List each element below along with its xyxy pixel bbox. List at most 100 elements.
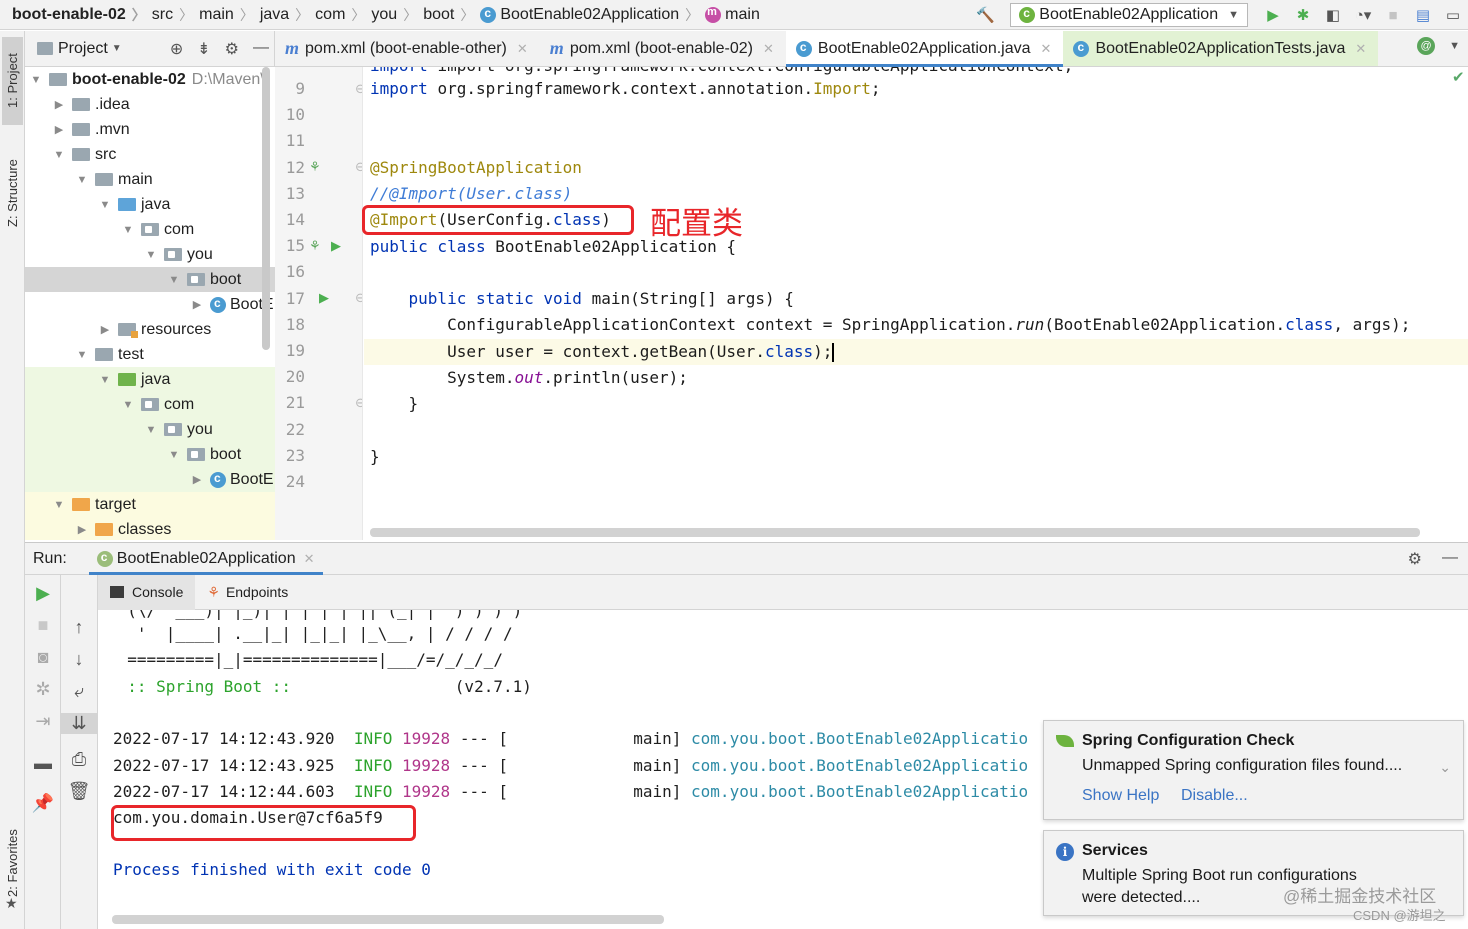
tree-node[interactable]: ▼ test xyxy=(25,342,275,367)
scroll-to-end-icon[interactable]: ⇊ xyxy=(61,713,97,734)
editor-tab[interactable]: m pom.xml (boot-enable-02) ✕ xyxy=(540,31,786,66)
stop-icon[interactable]: ■ xyxy=(25,615,61,636)
collapsed-arrow-icon[interactable]: ▶ xyxy=(52,123,66,136)
expanded-arrow-icon[interactable]: ▼ xyxy=(52,499,66,511)
tree-node[interactable]: ▼ you xyxy=(25,242,275,267)
run-with-coverage-icon[interactable]: ◧ xyxy=(1321,3,1345,27)
breadcrumb-item[interactable]: main xyxy=(699,0,760,30)
chevron-down-icon[interactable]: ⌄ xyxy=(1439,759,1451,776)
spring-bean-icon[interactable]: ⚘ xyxy=(309,159,321,175)
collapsed-arrow-icon[interactable]: ▶ xyxy=(75,523,89,536)
expanded-arrow-icon[interactable]: ▼ xyxy=(29,74,43,86)
tree-node[interactable]: ▶ resources xyxy=(25,317,275,342)
tree-node[interactable]: ▼ src xyxy=(25,142,275,167)
trash-icon[interactable]: 🗑 xyxy=(61,781,97,802)
fold-icon[interactable]: ⊖ xyxy=(355,290,362,306)
tree-node[interactable]: ▶BootE xyxy=(25,292,275,317)
print-icon[interactable]: ⎙ xyxy=(61,749,97,770)
close-icon[interactable]: ✕ xyxy=(517,41,528,57)
close-icon[interactable]: ✕ xyxy=(1041,41,1052,57)
spring-icon[interactable]: @ xyxy=(1417,37,1436,55)
close-icon[interactable]: ✕ xyxy=(304,551,315,567)
breadcrumb-item[interactable]: boot 〉 xyxy=(417,0,474,30)
pin-icon[interactable]: 📌 xyxy=(25,793,61,814)
expanded-arrow-icon[interactable]: ▼ xyxy=(121,224,135,236)
expanded-arrow-icon[interactable]: ▼ xyxy=(144,424,158,436)
tree-node[interactable]: ▼ main xyxy=(25,167,275,192)
breadcrumb-item[interactable]: you 〉 xyxy=(365,0,417,30)
rerun-icon[interactable]: ▶ xyxy=(25,583,61,604)
settings-icon[interactable]: ✲ xyxy=(25,679,61,700)
debug-bug-icon[interactable]: ✱ xyxy=(1291,3,1315,27)
expanded-arrow-icon[interactable]: ▼ xyxy=(75,174,89,186)
arrow-up-icon[interactable]: ↑ xyxy=(61,617,97,638)
collapsed-arrow-icon[interactable]: ▶ xyxy=(52,98,66,111)
run-tab[interactable]: BootEnable02Application ✕ xyxy=(88,542,323,575)
close-icon[interactable]: ✕ xyxy=(763,41,774,57)
expanded-arrow-icon[interactable]: ▼ xyxy=(167,449,181,461)
locate-target-icon[interactable]: ⊕ xyxy=(170,39,183,59)
breadcrumb-item[interactable]: BootEnable02Application 〉 xyxy=(474,0,699,30)
expanded-arrow-icon[interactable]: ▼ xyxy=(75,349,89,361)
minimize-icon[interactable]: — xyxy=(253,39,269,59)
disable-link[interactable]: Disable... xyxy=(1181,787,1248,805)
run-icon[interactable]: ▶ xyxy=(1261,3,1285,27)
profile-icon[interactable]: ◔▾ xyxy=(1351,3,1375,27)
stop-icon[interactable]: ■ xyxy=(1381,3,1405,27)
tree-node[interactable]: ▼ java xyxy=(25,192,275,217)
editor-horizontal-scrollbar[interactable] xyxy=(370,528,1420,537)
minimize-icon[interactable]: — xyxy=(1442,549,1458,569)
tree-node[interactable]: ▶ classes xyxy=(25,517,275,540)
editor-tab[interactable]: BootEnable02ApplicationTests.java ✕ xyxy=(1063,31,1379,66)
collapse-all-icon[interactable]: ⇟ xyxy=(197,39,210,59)
code-editor[interactable]: import import org.springframework.contex… xyxy=(364,67,1468,540)
run-gutter-icon[interactable]: ▶ xyxy=(319,290,329,306)
fold-icon[interactable]: ⊖ xyxy=(355,395,362,411)
expanded-arrow-icon[interactable]: ▼ xyxy=(98,199,112,211)
tree-scrollbar[interactable] xyxy=(262,67,270,350)
build-hammer-icon[interactable]: 🔨 xyxy=(973,3,997,27)
presentation-icon[interactable]: ▭ xyxy=(1441,3,1465,27)
gear-icon[interactable]: ⚙ xyxy=(1408,549,1422,569)
tree-node[interactable]: ▶ .idea xyxy=(25,92,275,117)
console-tab[interactable]: Console xyxy=(98,574,196,610)
tree-node[interactable]: ▼ boot xyxy=(25,442,275,467)
structure-tool-tab[interactable]: Z: Structure xyxy=(2,143,23,243)
camera-icon[interactable]: ◙ xyxy=(25,647,61,668)
breadcrumb-item[interactable]: boot-enable-02 〉 xyxy=(0,0,146,30)
editor-tab[interactable]: BootEnable02Application.java ✕ xyxy=(785,31,1064,67)
tree-node[interactable]: ▼ boot xyxy=(25,267,275,292)
soft-wrap-icon[interactable]: ⤶ xyxy=(61,681,97,702)
breadcrumb-item[interactable]: java 〉 xyxy=(254,0,309,30)
gear-icon[interactable]: ⚙ xyxy=(225,39,239,59)
tree-node[interactable]: ▶BootE xyxy=(25,467,275,492)
arrow-down-icon[interactable]: ↓ xyxy=(61,649,97,670)
close-icon[interactable]: ✕ xyxy=(1355,41,1366,57)
project-view-selector[interactable]: Project xyxy=(58,40,108,58)
layout-icon[interactable]: ▬ xyxy=(25,753,61,774)
endpoints-tab[interactable]: ⚘ Endpoints xyxy=(195,575,300,610)
collapsed-arrow-icon[interactable]: ▶ xyxy=(190,298,204,311)
tree-node[interactable]: ▼ you xyxy=(25,417,275,442)
breadcrumb-item[interactable]: main 〉 xyxy=(193,0,254,30)
tree-node[interactable]: ▼ java xyxy=(25,367,275,392)
fold-icon[interactable]: ⊖ xyxy=(355,159,362,175)
tree-node[interactable]: ▼ boot-enable-02 D:\Maven\ xyxy=(25,67,275,92)
chevron-down-icon[interactable]: ▼ xyxy=(1449,40,1460,52)
expanded-arrow-icon[interactable]: ▼ xyxy=(121,399,135,411)
expanded-arrow-icon[interactable]: ▼ xyxy=(52,149,66,161)
expanded-arrow-icon[interactable]: ▼ xyxy=(98,374,112,386)
tree-node[interactable]: ▼ com xyxy=(25,392,275,417)
project-tool-tab[interactable]: 1: Project xyxy=(2,37,23,125)
breadcrumb-item[interactable]: com 〉 xyxy=(309,0,365,30)
project-structure-icon[interactable]: ▤ xyxy=(1411,3,1435,27)
spring-bean-icon[interactable]: ⚘ xyxy=(309,238,321,254)
expanded-arrow-icon[interactable]: ▼ xyxy=(167,274,181,286)
fold-icon[interactable]: ⊖ xyxy=(355,81,362,97)
editor-tab[interactable]: m pom.xml (boot-enable-other) ✕ xyxy=(275,31,540,66)
show-help-link[interactable]: Show Help xyxy=(1082,787,1159,805)
collapsed-arrow-icon[interactable]: ▶ xyxy=(98,323,112,336)
expanded-arrow-icon[interactable]: ▼ xyxy=(144,249,158,261)
run-gutter-icon[interactable]: ▶ xyxy=(331,238,341,254)
breadcrumb-item[interactable]: src 〉 xyxy=(146,0,193,30)
